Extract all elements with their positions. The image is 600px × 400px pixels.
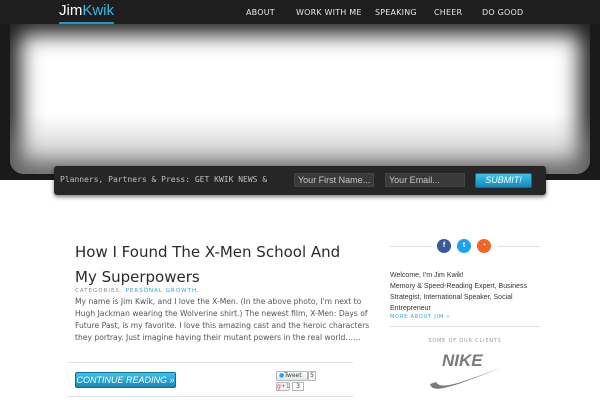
tweet-label: Tweet bbox=[284, 372, 302, 379]
logo-first: Jim bbox=[59, 2, 83, 19]
optin-text: Planners, Partners & Press: GET KWIK NEW… bbox=[60, 175, 268, 184]
sidebar-divider-left bbox=[390, 246, 432, 247]
nav-cheer-label[interactable]: CHEER bbox=[434, 8, 462, 17]
nav-about-label[interactable]: ABOUT bbox=[246, 8, 275, 17]
sidebar-bio: Memory & Speed-Reading Expert, Business … bbox=[390, 283, 527, 312]
submit-button[interactable]: SUBMIT! bbox=[475, 173, 532, 188]
facebook-icon[interactable]: f bbox=[437, 239, 451, 253]
nav-do-good-label[interactable]: DO GOOD bbox=[482, 8, 523, 17]
nav-work-with-me[interactable]: WORK WITH ME bbox=[296, 0, 362, 24]
nike-logo-graphic: NIKE bbox=[430, 351, 500, 389]
logo-second: Kwik bbox=[82, 2, 114, 19]
post-excerpt: My name is Jim Kwik, and I love the X-Me… bbox=[75, 297, 370, 342]
top-navigation-bar: JimKwik ABOUT WORK WITH ME SPEAKING CHEE… bbox=[0, 0, 600, 24]
first-name-input[interactable] bbox=[294, 173, 374, 187]
sidebar-divider-right bbox=[498, 246, 540, 247]
sidebar-intro: Welcome, I'm Jim Kwik! Memory & Speed-Re… bbox=[390, 270, 540, 314]
nike-swoosh-icon bbox=[430, 368, 500, 389]
post-divider-bottom bbox=[68, 396, 353, 397]
post-categories: CATEGORIES: PERSONAL GROWTH. bbox=[75, 288, 200, 294]
hero-banner bbox=[0, 24, 600, 180]
post-title[interactable]: How I Found The X-Men School And My Supe… bbox=[75, 240, 365, 290]
nav-cheer[interactable]: CHEER bbox=[434, 0, 462, 24]
continue-reading-button[interactable]: CONTINUE READING » bbox=[75, 372, 176, 388]
twitter-icon[interactable]: t bbox=[457, 239, 471, 253]
nav-speaking-label[interactable]: SPEAKING bbox=[375, 8, 417, 17]
newsletter-optin-bar: Planners, Partners & Press: GET KWIK NEW… bbox=[54, 166, 546, 195]
sidebar-welcome: Welcome, I'm Jim Kwik! bbox=[390, 272, 464, 279]
rss-icon[interactable]: ◔ bbox=[477, 239, 491, 253]
clients-label: SOME OF OUR CLIENTS bbox=[428, 338, 502, 344]
post-divider bbox=[68, 362, 353, 363]
categories-label: CATEGORIES: bbox=[75, 288, 123, 294]
sidebar-divider-middle bbox=[390, 326, 540, 327]
nav-about[interactable]: ABOUT bbox=[246, 0, 275, 24]
email-input[interactable] bbox=[385, 173, 465, 187]
category-link[interactable]: PERSONAL GROWTH. bbox=[126, 288, 200, 294]
hero-image-area bbox=[10, 24, 590, 174]
site-logo[interactable]: JimKwik bbox=[59, 2, 114, 24]
google-plus-count: 3 bbox=[292, 382, 304, 391]
nike-wordmark: NIKE bbox=[442, 351, 483, 370]
nav-do-good[interactable]: DO GOOD bbox=[482, 0, 523, 24]
nike-logo: NIKE bbox=[428, 350, 504, 396]
more-about-link[interactable]: MORE ABOUT JIM » bbox=[390, 314, 450, 320]
tweet-button[interactable]: ●Tweet bbox=[276, 371, 308, 381]
tweet-count: 5 bbox=[308, 371, 316, 381]
nav-speaking[interactable]: SPEAKING bbox=[375, 0, 417, 24]
nav-work-with-me-label[interactable]: WORK WITH ME bbox=[296, 8, 362, 17]
google-plus-button[interactable]: g+1 bbox=[276, 382, 290, 391]
